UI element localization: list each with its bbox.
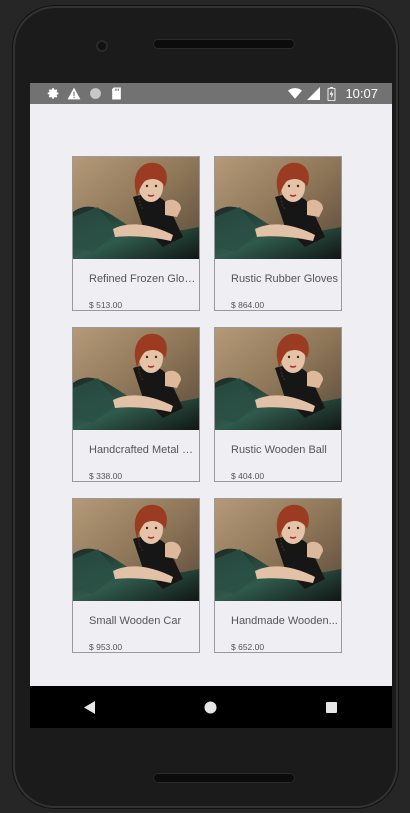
product-name: Refined Frozen Gloves (89, 273, 197, 285)
front-camera (98, 42, 106, 50)
product-card[interactable]: Rustic Wooden Ball $ 404.00 (214, 327, 342, 482)
product-grid: Refined Frozen Gloves $ 513.00 Rustic Ru… (30, 104, 392, 686)
product-card[interactable]: Handcrafted Metal C... $ 338.00 (72, 327, 200, 482)
status-bar: 10:07 (30, 83, 392, 104)
settings-icon (46, 87, 60, 101)
product-name: Rustic Rubber Gloves (231, 273, 338, 285)
product-card[interactable]: Refined Frozen Gloves $ 513.00 (72, 156, 200, 311)
back-icon (84, 700, 96, 714)
navigation-bar (30, 686, 392, 728)
sd-card-icon (109, 87, 123, 101)
product-price: $ 864.00 (231, 300, 265, 310)
back-button[interactable] (70, 687, 110, 727)
product-card[interactable]: Handmade Wooden... $ 652.00 (214, 498, 342, 653)
product-image (215, 157, 341, 259)
status-time: 10:07 (345, 86, 378, 101)
product-price: $ 404.00 (231, 471, 265, 481)
product-card[interactable]: Small Wooden Car $ 953.00 (72, 498, 200, 653)
product-name: Rustic Wooden Ball (231, 444, 327, 456)
signal-icon (306, 87, 320, 101)
product-name: Handmade Wooden... (231, 615, 338, 627)
product-image (73, 328, 199, 430)
battery-icon (324, 86, 338, 101)
product-price: $ 338.00 (89, 471, 123, 481)
product-image (215, 499, 341, 601)
product-price: $ 513.00 (89, 300, 123, 310)
bottom-speaker (153, 773, 295, 783)
product-name: Handcrafted Metal C... (89, 444, 197, 456)
product-name: Small Wooden Car (89, 615, 182, 627)
product-image (73, 499, 199, 601)
warning-icon (67, 87, 81, 101)
device-screen: 10:07 Refined Frozen Gloves $ 513.00 Rus… (30, 83, 392, 728)
product-card[interactable]: Rustic Rubber Gloves $ 864.00 (214, 156, 342, 311)
recents-button[interactable] (312, 687, 352, 727)
recents-icon (326, 701, 338, 713)
wifi-icon (288, 87, 303, 101)
product-price: $ 652.00 (231, 642, 265, 652)
earpiece-speaker (153, 39, 295, 49)
product-image (73, 157, 199, 259)
circle-icon (88, 87, 102, 101)
home-icon (204, 701, 217, 713)
product-image (215, 328, 341, 430)
home-button[interactable] (191, 687, 231, 727)
product-price: $ 953.00 (89, 642, 123, 652)
